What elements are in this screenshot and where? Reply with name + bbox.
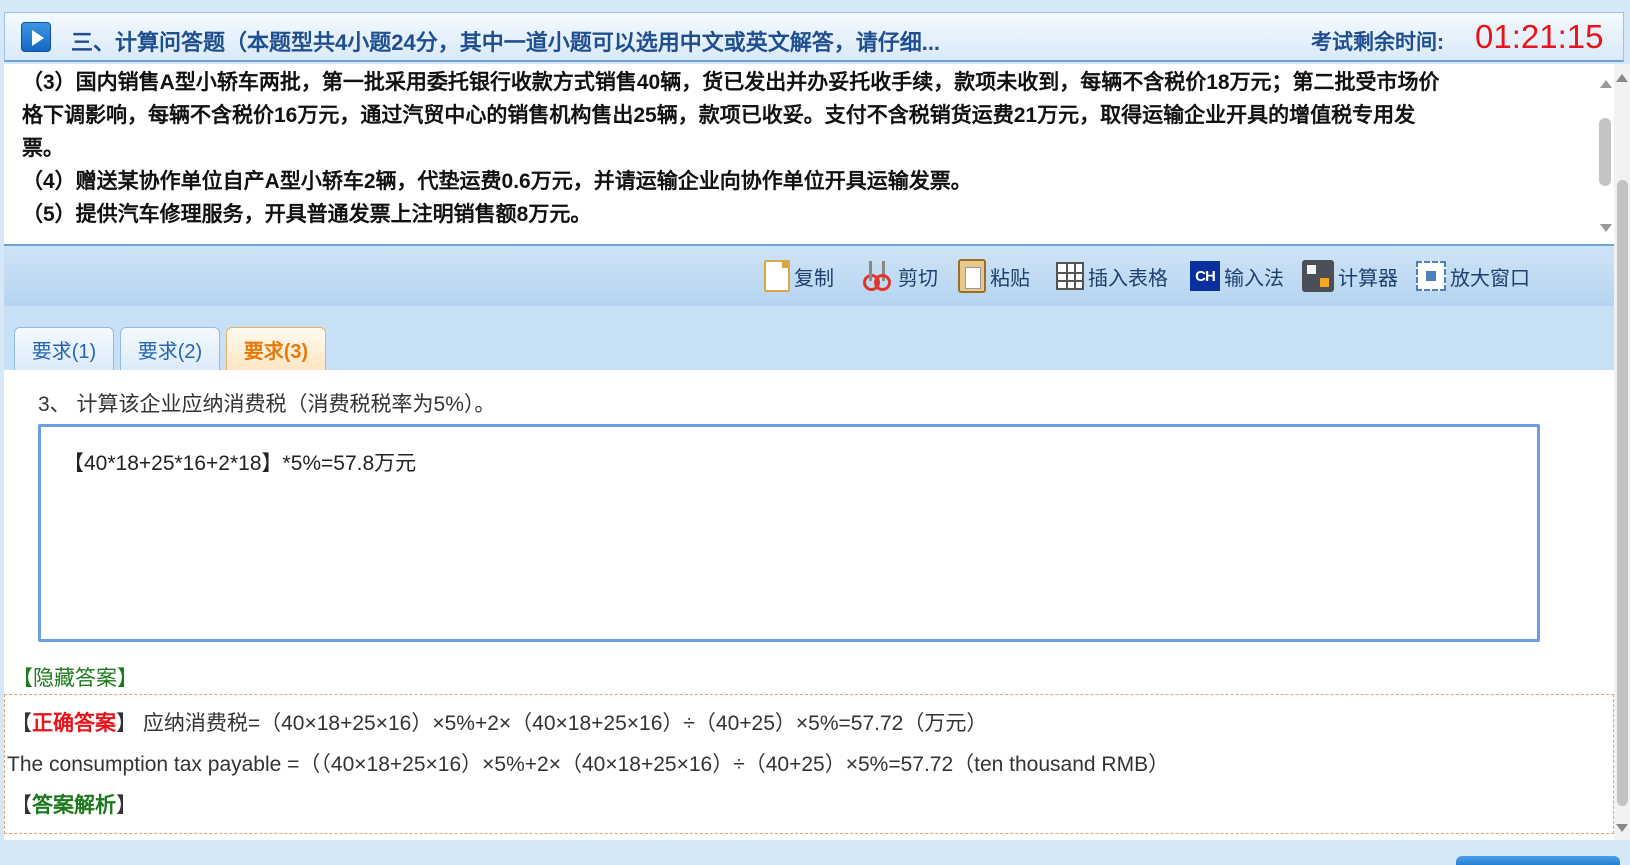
section-title: 三、计算问答题（本题型共4小题24分，其中一道小题可以选用中文或英文解答，请仔细… [71, 30, 941, 55]
editor-toolbar: 复制 剪切 粘贴 插入表格 CH 输入法 计算器 放大窗口 [4, 244, 1614, 306]
requirement-tabs: 要求(1) 要求(2) 要求(3) [4, 306, 1614, 370]
question-line: 格下调影响，每辆不含税价16万元，通过汽贸中心的销售机构售出25辆，款项已收妥。… [22, 104, 1416, 127]
section-header: 三、计算问答题（本题型共4小题24分，其中一道小题可以选用中文或英文解答，请仔细… [4, 12, 1624, 62]
scroll-up-arrow-icon[interactable] [1600, 80, 1612, 88]
calculator-label: 计算器 [1338, 267, 1398, 290]
maximize-label: 放大窗口 [1450, 267, 1530, 290]
page-scrollbar-thumb[interactable] [1617, 180, 1628, 806]
question-text-panel: （3）国内销售A型小轿车两批，第一批采用委托银行收款方式销售40辆，货已发出并办… [4, 64, 1604, 244]
input-method-button[interactable]: CH 输入法 [1190, 256, 1284, 296]
copy-button[interactable]: 复制 [764, 256, 834, 296]
correct-answer-label: 正确答案 [32, 712, 116, 735]
paste-label: 粘贴 [990, 267, 1030, 290]
clipboard-icon [958, 259, 986, 293]
page-scroll-down-icon[interactable] [1616, 824, 1628, 832]
correct-answer-row: 【正确答案】 应纳消费税=（40×18+25×16）×5%+2×（40×18+2… [11, 712, 988, 735]
timer-value: 01:21:15 [1475, 18, 1604, 55]
paste-button[interactable]: 粘贴 [958, 256, 1030, 296]
cut-button[interactable]: 剪切 [860, 256, 938, 296]
correct-answer-box: 【正确答案】 应纳消费税=（40×18+25×16）×5%+2×（40×18+2… [4, 694, 1614, 834]
question-line: （4）赠送某协作单位自产A型小轿车2辆，代垫运费0.6万元，并请运输企业向协作单… [22, 170, 972, 193]
timer-label: 考试剩余时间: [1311, 31, 1444, 54]
calculator-icon [1302, 260, 1334, 292]
table-icon [1056, 262, 1084, 290]
hide-answer-link[interactable]: 【隐藏答案】 [12, 662, 138, 692]
tab-requirement-2[interactable]: 要求(2) [120, 327, 220, 370]
correct-answer-en: The consumption tax payable =（（40×18+25×… [7, 753, 1170, 776]
question-line: （5）提供汽车修理服务，开具普通发票上注明销售额8万元。 [22, 203, 592, 226]
ime-icon: CH [1190, 261, 1220, 291]
bottom-button[interactable] [1456, 856, 1620, 865]
tab-requirement-1[interactable]: 要求(1) [14, 327, 114, 370]
correct-answer-cn: 应纳消费税=（40×18+25×16）×5%+2×（40×18+25×16）÷（… [142, 712, 988, 735]
tab-requirement-3[interactable]: 要求(3) [226, 327, 326, 370]
cut-label: 剪切 [898, 267, 938, 290]
page-scroll-up-icon[interactable] [1616, 74, 1628, 82]
input-method-label: 输入法 [1224, 267, 1284, 290]
analysis-label: 答案解析 [32, 794, 116, 817]
scissors-icon [860, 259, 894, 293]
play-icon[interactable] [21, 22, 51, 52]
copy-icon [764, 260, 790, 292]
question-line: 票。 [22, 137, 64, 160]
answer-input[interactable] [38, 424, 1540, 642]
scroll-down-arrow-icon[interactable] [1600, 224, 1612, 232]
requirement-prompt: 3、 计算该企业应纳消费税（消费税税率为5%）。 [38, 393, 496, 416]
copy-label: 复制 [794, 267, 834, 290]
scrollbar-thumb[interactable] [1599, 118, 1611, 186]
question-line: （3）国内销售A型小轿车两批，第一批采用委托银行收款方式销售40辆，货已发出并办… [22, 71, 1440, 94]
insert-table-label: 插入表格 [1088, 267, 1168, 290]
analysis-row: 【答案解析】 [11, 794, 137, 817]
answer-panel: 3、 计算该企业应纳消费税（消费税税率为5%）。 【隐藏答案】 【正确答案】 应… [4, 370, 1614, 840]
calculator-button[interactable]: 计算器 [1302, 256, 1398, 296]
page-scrollbar[interactable] [1614, 64, 1630, 840]
question-scrollbar[interactable] [1596, 64, 1614, 244]
maximize-icon [1416, 261, 1446, 291]
insert-table-button[interactable]: 插入表格 [1056, 256, 1168, 296]
maximize-window-button[interactable]: 放大窗口 [1416, 256, 1530, 296]
